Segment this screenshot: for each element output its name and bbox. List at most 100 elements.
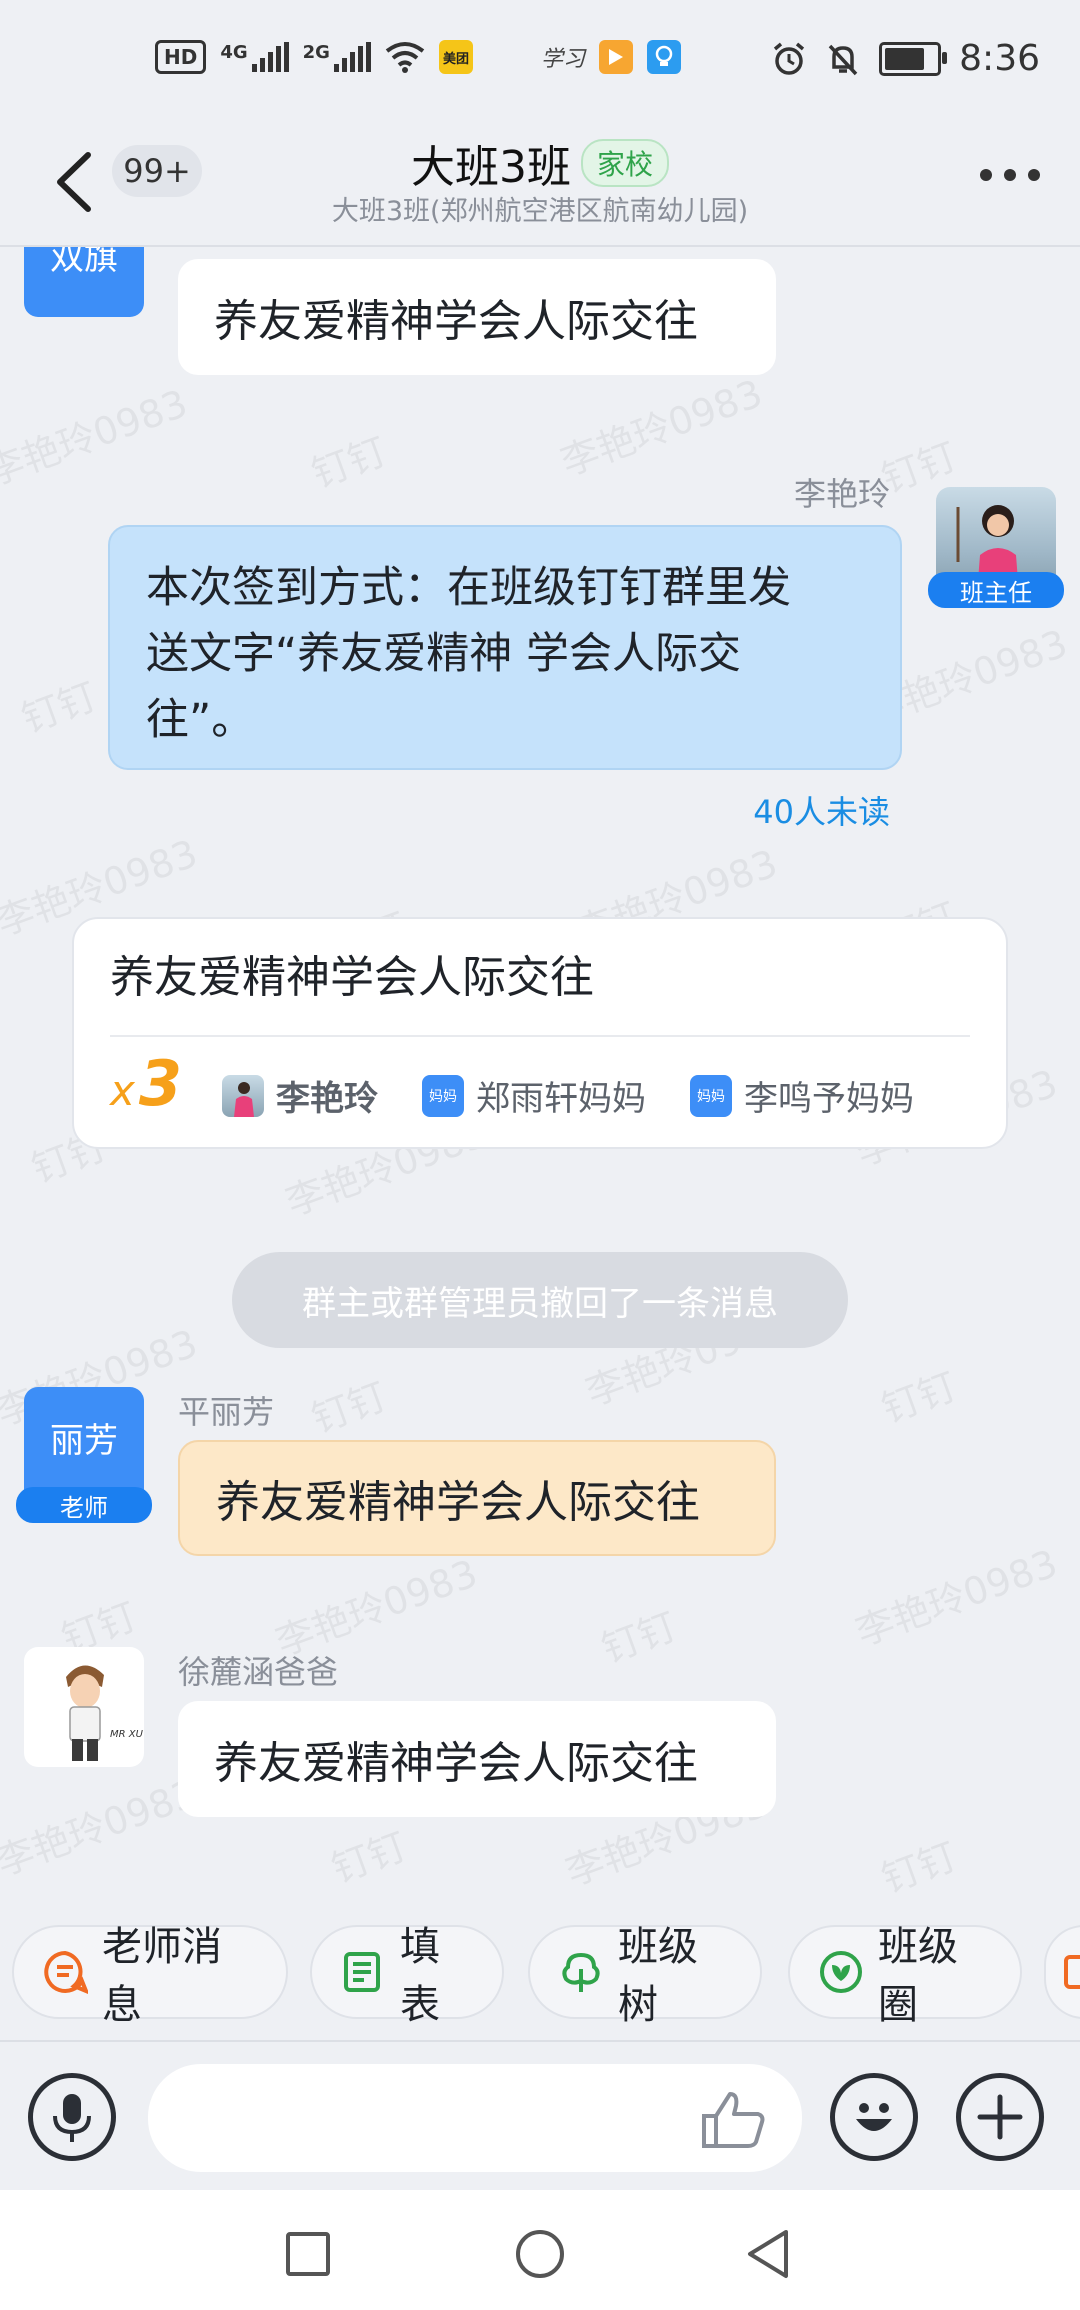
tree-icon (558, 1949, 604, 1995)
thumbs-up-icon[interactable] (700, 2090, 768, 2150)
repeat-count-x: x (110, 1066, 135, 1115)
avatar-text: 丽芳 (50, 1420, 118, 1461)
message-list[interactable]: 李艳玲0983 钉钉 李艳玲0983 钉钉 钉钉 李艳玲0983 李艳玲0983… (0, 247, 1080, 1907)
network-4g-label: 4G (220, 42, 248, 63)
watermark: 钉钉 (305, 1374, 393, 1442)
user-name: 李艳玲 (276, 1079, 378, 1119)
sender-name: 李艳玲 (793, 475, 890, 513)
user-avatar (222, 1074, 264, 1117)
clock-time: 8:36 (959, 38, 1040, 79)
watermark: 钉钉 (595, 1604, 683, 1672)
role-badge: 班主任 (928, 572, 1064, 608)
repeat-count-number: 3 (138, 1047, 182, 1120)
watermark: 钉钉 (305, 429, 393, 497)
avatar-caption: MR XU (110, 1729, 144, 1740)
watermark: 李艳玲0983 (850, 1541, 1064, 1655)
quick-action-label: 老师消息 (102, 1924, 222, 2028)
watermark: 钉钉 (325, 1824, 413, 1892)
status-bar: HD 4G 2G 美团 学习 8:36 (0, 0, 1080, 125)
cartoon-avatar-icon: MR XU (66, 1665, 144, 1761)
message-text: 养友爱精神学会人际交往 (214, 296, 698, 347)
video-app-icon (598, 40, 633, 74)
quick-action-more[interactable] (1044, 1925, 1080, 2019)
message-text: 养友爱精神学会人际交往 (214, 1738, 698, 1789)
network-4g-icon: 4G (220, 42, 289, 72)
status-right: 8:36 (771, 38, 1040, 79)
system-nav-bar (0, 2190, 1080, 2310)
message-text: 养友爱精神学会人际交往 (216, 1477, 700, 1528)
meituan-app-icon: 美团 (438, 40, 473, 74)
quick-action-tree[interactable]: 班级树 (528, 1924, 762, 2028)
avatar-text: 双旗 (50, 247, 118, 278)
message-text-line: 送文字“养友爱精神 学会人际交 (146, 629, 741, 679)
teacher-message-icon (42, 1949, 88, 1995)
quick-action-form[interactable]: 填表 (310, 1924, 504, 2028)
repeat-count: x 3 (110, 1047, 182, 1120)
quick-action-teacher-message[interactable]: 老师消息 (12, 1924, 288, 2028)
title-row: 大班3班 家校 (0, 131, 1080, 195)
repeat-message-card[interactable]: 养友爱精神学会人际交往 x 3 李艳玲 妈妈 郑雨轩妈妈 妈妈 李鸣予妈妈 (72, 917, 1008, 1149)
alarm-icon (774, 42, 805, 75)
watermark: 钉钉 (15, 674, 103, 742)
hd-indicator: HD (155, 40, 207, 74)
repeat-text: 养友爱精神学会人际交往 (110, 952, 594, 1003)
more-plus-button[interactable] (956, 2073, 1044, 2161)
more-actions-icon (1064, 1955, 1080, 1989)
message-text-line: 往”。 (146, 695, 255, 745)
network-2g-icon: 2G (303, 42, 371, 72)
sender-avatar[interactable]: 双旗 (24, 247, 144, 317)
input-bar (0, 2040, 1080, 2192)
unread-count[interactable]: 40人未读 (753, 787, 890, 833)
network-2g-label: 2G (302, 42, 330, 63)
sender-name: 徐麓涵爸爸 (178, 1653, 339, 1691)
chat-title[interactable]: 大班3班 (411, 131, 571, 195)
watermark: 钉钉 (875, 1834, 963, 1902)
plus-icon (977, 2094, 1023, 2140)
user-name: 郑雨轩妈妈 (476, 1079, 646, 1119)
watermark: 李艳玲0983 (0, 381, 194, 495)
class-circle-icon (818, 1949, 864, 1995)
mute-bell-icon (828, 44, 858, 75)
quick-action-class-circle[interactable]: 班级圈 (788, 1924, 1022, 2028)
smiley-icon (856, 2103, 892, 2131)
role-badge: 老师 (16, 1487, 152, 1523)
chat-header: 99+ 大班3班 家校 大班3班(郑州航空港区航南幼儿园) (0, 125, 1080, 247)
system-notice: 群主或群管理员撤回了一条消息 (232, 1252, 848, 1348)
repeater-user-1[interactable]: 李艳玲 (222, 1071, 378, 1120)
emoji-button[interactable] (830, 2073, 918, 2161)
mom-badge: 妈妈 (690, 1074, 732, 1117)
message-bubble[interactable]: 本次签到方式：在班级钉钉群里发 送文字“养友爱精神 学会人际交 往”。 (108, 525, 902, 770)
message-text-line: 本次签到方式：在班级钉钉群里发 (146, 563, 791, 613)
bulb-app-icon (646, 40, 681, 74)
form-icon (340, 1949, 386, 1995)
home-icon[interactable] (514, 2228, 566, 2280)
repeater-user-2[interactable]: 妈妈 郑雨轩妈妈 (422, 1071, 646, 1120)
watermark: 钉钉 (875, 1364, 963, 1432)
watermark: 李艳玲0983 (0, 1771, 204, 1885)
sender-name: 平丽芳 (178, 1393, 275, 1431)
mom-badge: 妈妈 (422, 1074, 464, 1117)
voice-button[interactable] (28, 2073, 116, 2161)
message-bubble[interactable]: 养友爱精神学会人际交往 (178, 1440, 776, 1556)
xuexi-app-icon: 学习 (540, 47, 585, 72)
sender-avatar[interactable]: MR XU (24, 1647, 144, 1767)
quick-action-bar[interactable]: 老师消息 填表 班级树 班级圈 (0, 1910, 1080, 2030)
wifi-icon (385, 42, 425, 73)
chat-subtitle: 大班3班(郑州航空港区航南幼儿园) (331, 196, 749, 227)
watermark: 李艳玲0983 (555, 371, 769, 485)
quick-action-label: 填表 (400, 1924, 440, 2028)
battery-icon (879, 41, 948, 76)
home-school-tag: 家校 (580, 139, 669, 187)
back-nav-icon[interactable] (744, 2228, 792, 2280)
status-left: HD 4G 2G 美团 学习 (155, 40, 681, 74)
card-divider (110, 1035, 970, 1037)
quick-action-label: 班级树 (618, 1924, 698, 2028)
more-options-icon[interactable] (980, 169, 1040, 181)
message-bubble[interactable]: 养友爱精神学会人际交往 (178, 259, 776, 375)
repeater-user-3[interactable]: 妈妈 李鸣予妈妈 (690, 1071, 914, 1120)
message-bubble[interactable]: 养友爱精神学会人际交往 (178, 1701, 776, 1817)
recent-apps-icon[interactable] (284, 2230, 332, 2278)
quick-action-label: 班级圈 (878, 1924, 958, 2028)
user-name: 李鸣予妈妈 (744, 1079, 914, 1119)
microphone-icon (53, 2094, 91, 2142)
